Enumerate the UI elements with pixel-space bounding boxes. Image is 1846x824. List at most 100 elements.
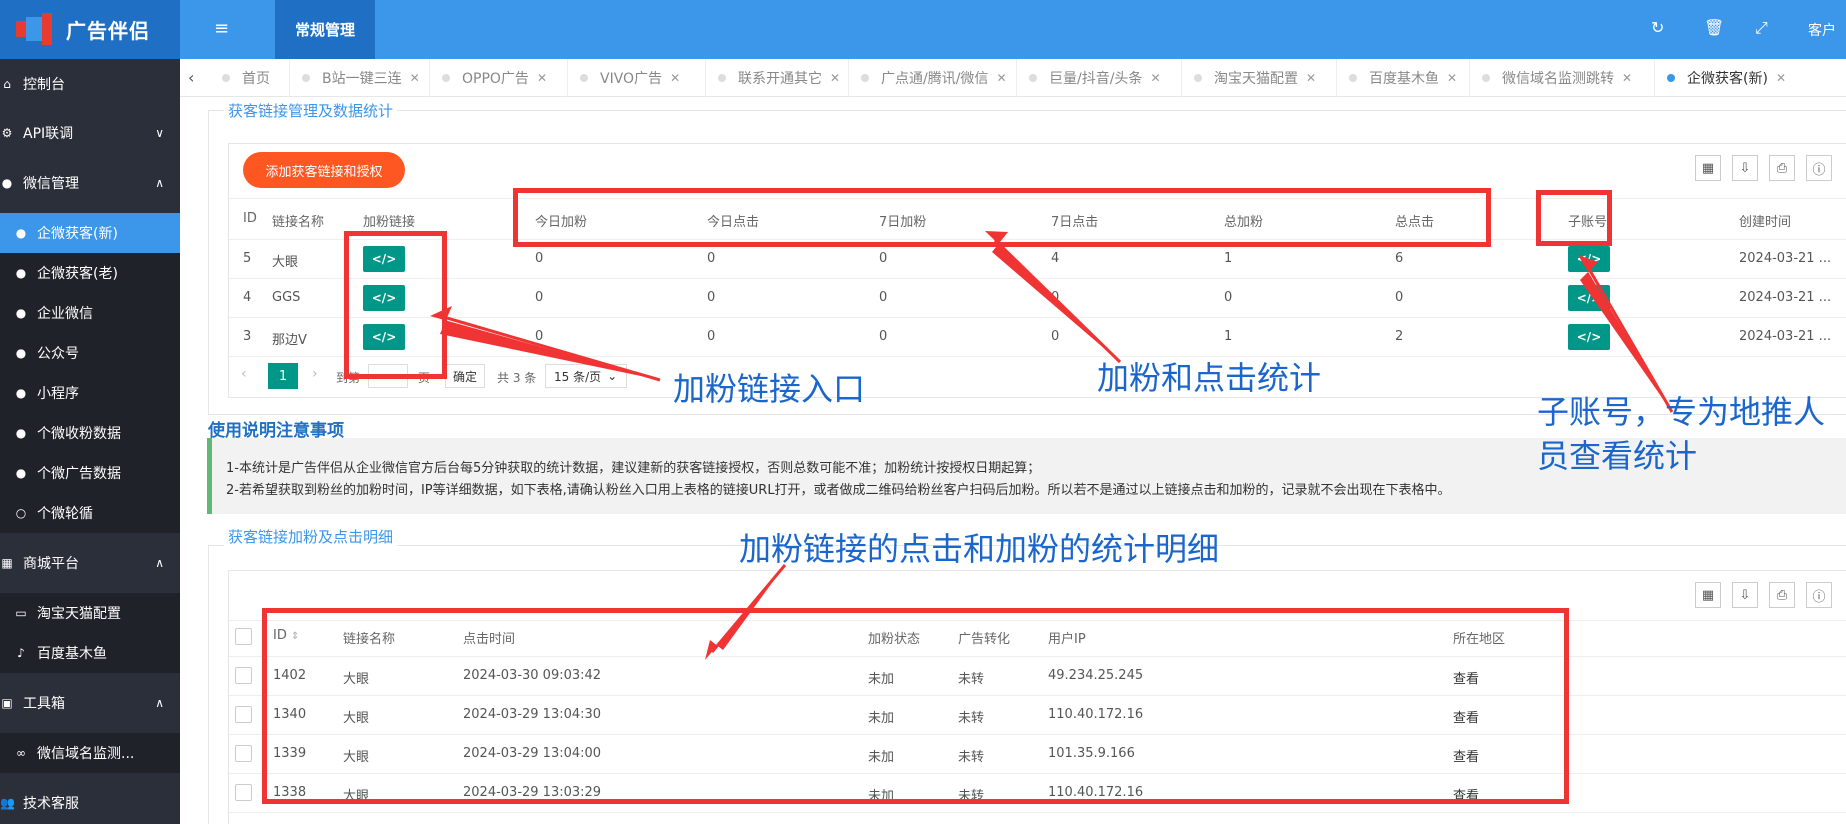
tab-bilibili[interactable]: B站一键三连 ✕ [290, 59, 430, 97]
cell-total-clicks: 6 [1395, 251, 1404, 266]
sub-account-button[interactable]: </> [1568, 246, 1610, 272]
sidebar-item-baidu[interactable]: ♪ 百度基木鱼 [0, 633, 180, 673]
sidebar-item-dashboard[interactable]: ⌂ 控制台 [0, 64, 180, 104]
tab-vivo[interactable]: VIVO广告 ✕ [568, 59, 706, 97]
chevron-up-icon: ∧ [155, 696, 164, 710]
annotation-fans-link: 加粉链接入口 [673, 370, 866, 408]
cell-week-fans: 0 [879, 329, 888, 344]
select-all-checkbox[interactable] [235, 628, 252, 645]
cell-total-fans: 1 [1224, 251, 1233, 266]
link-stats-legend: 获客链接管理及数据统计 [224, 100, 398, 121]
tab-oppo[interactable]: OPPO广告 ✕ [430, 59, 568, 97]
sidebar-item-api[interactable]: ⚙ API联调 ∨ [0, 113, 180, 153]
sidebar-item-taobao[interactable]: ▭ 淘宝天猫配置 [0, 593, 180, 633]
cell-name: 那边V [272, 333, 307, 348]
columns-icon[interactable]: ▦ [1695, 155, 1721, 181]
close-icon[interactable]: ✕ [1447, 71, 1457, 85]
cell-today-fans: 0 [535, 329, 544, 344]
cell-today-clicks: 0 [707, 290, 716, 305]
cell-id: 3 [243, 329, 252, 344]
cell-today-fans: 0 [535, 290, 544, 305]
close-icon[interactable]: ✕ [996, 71, 1006, 85]
chevron-up-icon: ∧ [155, 556, 164, 570]
sidebar-item-wework-old[interactable]: ● 企微获客(老) [0, 253, 180, 293]
trash-icon[interactable]: 🗑 [1704, 18, 1724, 37]
pager-confirm-button[interactable]: 确定 [445, 364, 485, 388]
app-logo[interactable]: 广告伴侣 [0, 0, 180, 59]
pager-current-page[interactable]: 1 [268, 363, 298, 389]
sidebar-item-miniprogram[interactable]: ● 小程序 [0, 373, 180, 413]
sidebar-item-personal-fans[interactable]: ● 个微收粉数据 [0, 413, 180, 453]
sidebar-item-personal-ads[interactable]: ● 个微广告数据 [0, 453, 180, 493]
tab-baidu[interactable]: 百度基木鱼 ✕ [1337, 59, 1470, 97]
sidebar-item-wework-new[interactable]: ● 企微获客(新) [0, 213, 180, 253]
chat-bubble-icon: ● [15, 386, 27, 400]
tab-ocean[interactable]: 巨量/抖音/头条 ✕ [1017, 59, 1182, 97]
sidebar-item-toolbox[interactable]: ▣ 工具箱 ∧ [0, 683, 180, 723]
tab-gdt[interactable]: 广点通/腾讯/微信 ✕ [849, 59, 1017, 97]
tab-contact[interactable]: 联系开通其它 ✕ [706, 59, 849, 97]
sidebar-item-wework[interactable]: ● 企业微信 [0, 293, 180, 333]
annotation-box-subaccount [1536, 190, 1612, 246]
customer-menu[interactable]: 客户 [1808, 20, 1836, 40]
cell-total-fans: 1 [1224, 329, 1233, 344]
cell-created: 2024-03-21 ... [1739, 329, 1832, 344]
cell-week-fans: 0 [879, 290, 888, 305]
cell-id: 4 [243, 290, 252, 305]
cell-created: 2024-03-21 ... [1739, 290, 1832, 305]
print-icon[interactable]: ⎙ [1769, 155, 1795, 181]
pager-per-page-select[interactable]: 15 条/页 ⌄ [545, 364, 627, 388]
row-checkbox[interactable] [235, 784, 252, 801]
col-fans-link: 加粉链接 [363, 215, 416, 230]
sidebar-item-domain-monitor[interactable]: ∞ 微信域名监测... [0, 733, 180, 773]
close-icon[interactable]: ✕ [1150, 71, 1160, 85]
cell-week-fans: 0 [879, 251, 888, 266]
cell-name: GGS [272, 290, 301, 305]
export-icon[interactable]: ⇩ [1732, 155, 1758, 181]
fullscreen-icon[interactable]: ⤢ [1755, 18, 1768, 38]
sidebar-item-official-account[interactable]: ● 公众号 [0, 333, 180, 373]
close-icon[interactable]: ✕ [1306, 71, 1316, 85]
print-icon[interactable]: ⎙ [1769, 582, 1795, 608]
pager-prev-icon[interactable]: ‹ [241, 366, 247, 382]
info-icon[interactable]: ⓘ [1806, 582, 1832, 608]
columns-icon[interactable]: ▦ [1695, 582, 1721, 608]
add-link-button[interactable]: 添加获客链接和授权 [243, 152, 405, 188]
app-title: 广告伴侣 [66, 19, 150, 43]
row-checkbox[interactable] [235, 745, 252, 762]
refresh-icon[interactable]: ↻ [1651, 18, 1664, 37]
close-icon[interactable]: ✕ [410, 71, 420, 85]
nav-tab-general[interactable]: 常规管理 [275, 0, 375, 59]
sub-account-button[interactable]: </> [1568, 324, 1610, 350]
cell-week-clicks: 4 [1051, 251, 1060, 266]
cell-id: 5 [243, 251, 252, 266]
pager-next-icon[interactable]: › [312, 366, 318, 382]
tab-home[interactable]: 首页 [210, 59, 290, 97]
sidebar-item-personal-rotation[interactable]: ○ 个微轮循 [0, 493, 180, 533]
cell-created: 2024-03-21 ... [1739, 251, 1832, 266]
info-icon[interactable]: ⓘ [1806, 155, 1832, 181]
home-icon: ⌂ [3, 77, 11, 91]
sidebar-item-mall[interactable]: ▦ 商城平台 ∧ [0, 543, 180, 583]
sidebar-item-support[interactable]: 👥 技术客服 [0, 783, 180, 823]
tab-taobao[interactable]: 淘宝天猫配置 ✕ [1182, 59, 1337, 97]
close-icon[interactable]: ✕ [1776, 71, 1786, 85]
annotation-box-fans-link [344, 231, 447, 379]
chevron-up-icon: ∧ [155, 176, 164, 190]
row-checkbox[interactable] [235, 706, 252, 723]
tab-domain[interactable]: 微信域名监测跳转 ✕ [1470, 59, 1655, 97]
tab-scroll-left-icon[interactable]: ‹ [188, 68, 194, 87]
menu-toggle-icon[interactable]: ≡ [214, 18, 229, 39]
close-icon[interactable]: ✕ [830, 71, 840, 85]
close-icon[interactable]: ✕ [537, 71, 547, 85]
export-icon[interactable]: ⇩ [1732, 582, 1758, 608]
detail-legend: 获客链接加粉及点击明细 [224, 526, 398, 547]
tab-wework-new[interactable]: 企微获客(新) ✕ [1655, 59, 1826, 97]
close-icon[interactable]: ✕ [1622, 71, 1632, 85]
sidebar-item-wechat[interactable]: ● 微信管理 ∧ [0, 163, 180, 203]
tab-bar: ‹ 首页 B站一键三连 ✕ OPPO广告 ✕ VIVO广告 ✕ 联系开通其它 ✕ 广点通… [180, 59, 1846, 97]
close-icon[interactable]: ✕ [670, 71, 680, 85]
sub-account-button[interactable]: </> [1568, 285, 1610, 311]
row-checkbox[interactable] [235, 667, 252, 684]
chevron-down-icon: ∨ [155, 126, 164, 140]
